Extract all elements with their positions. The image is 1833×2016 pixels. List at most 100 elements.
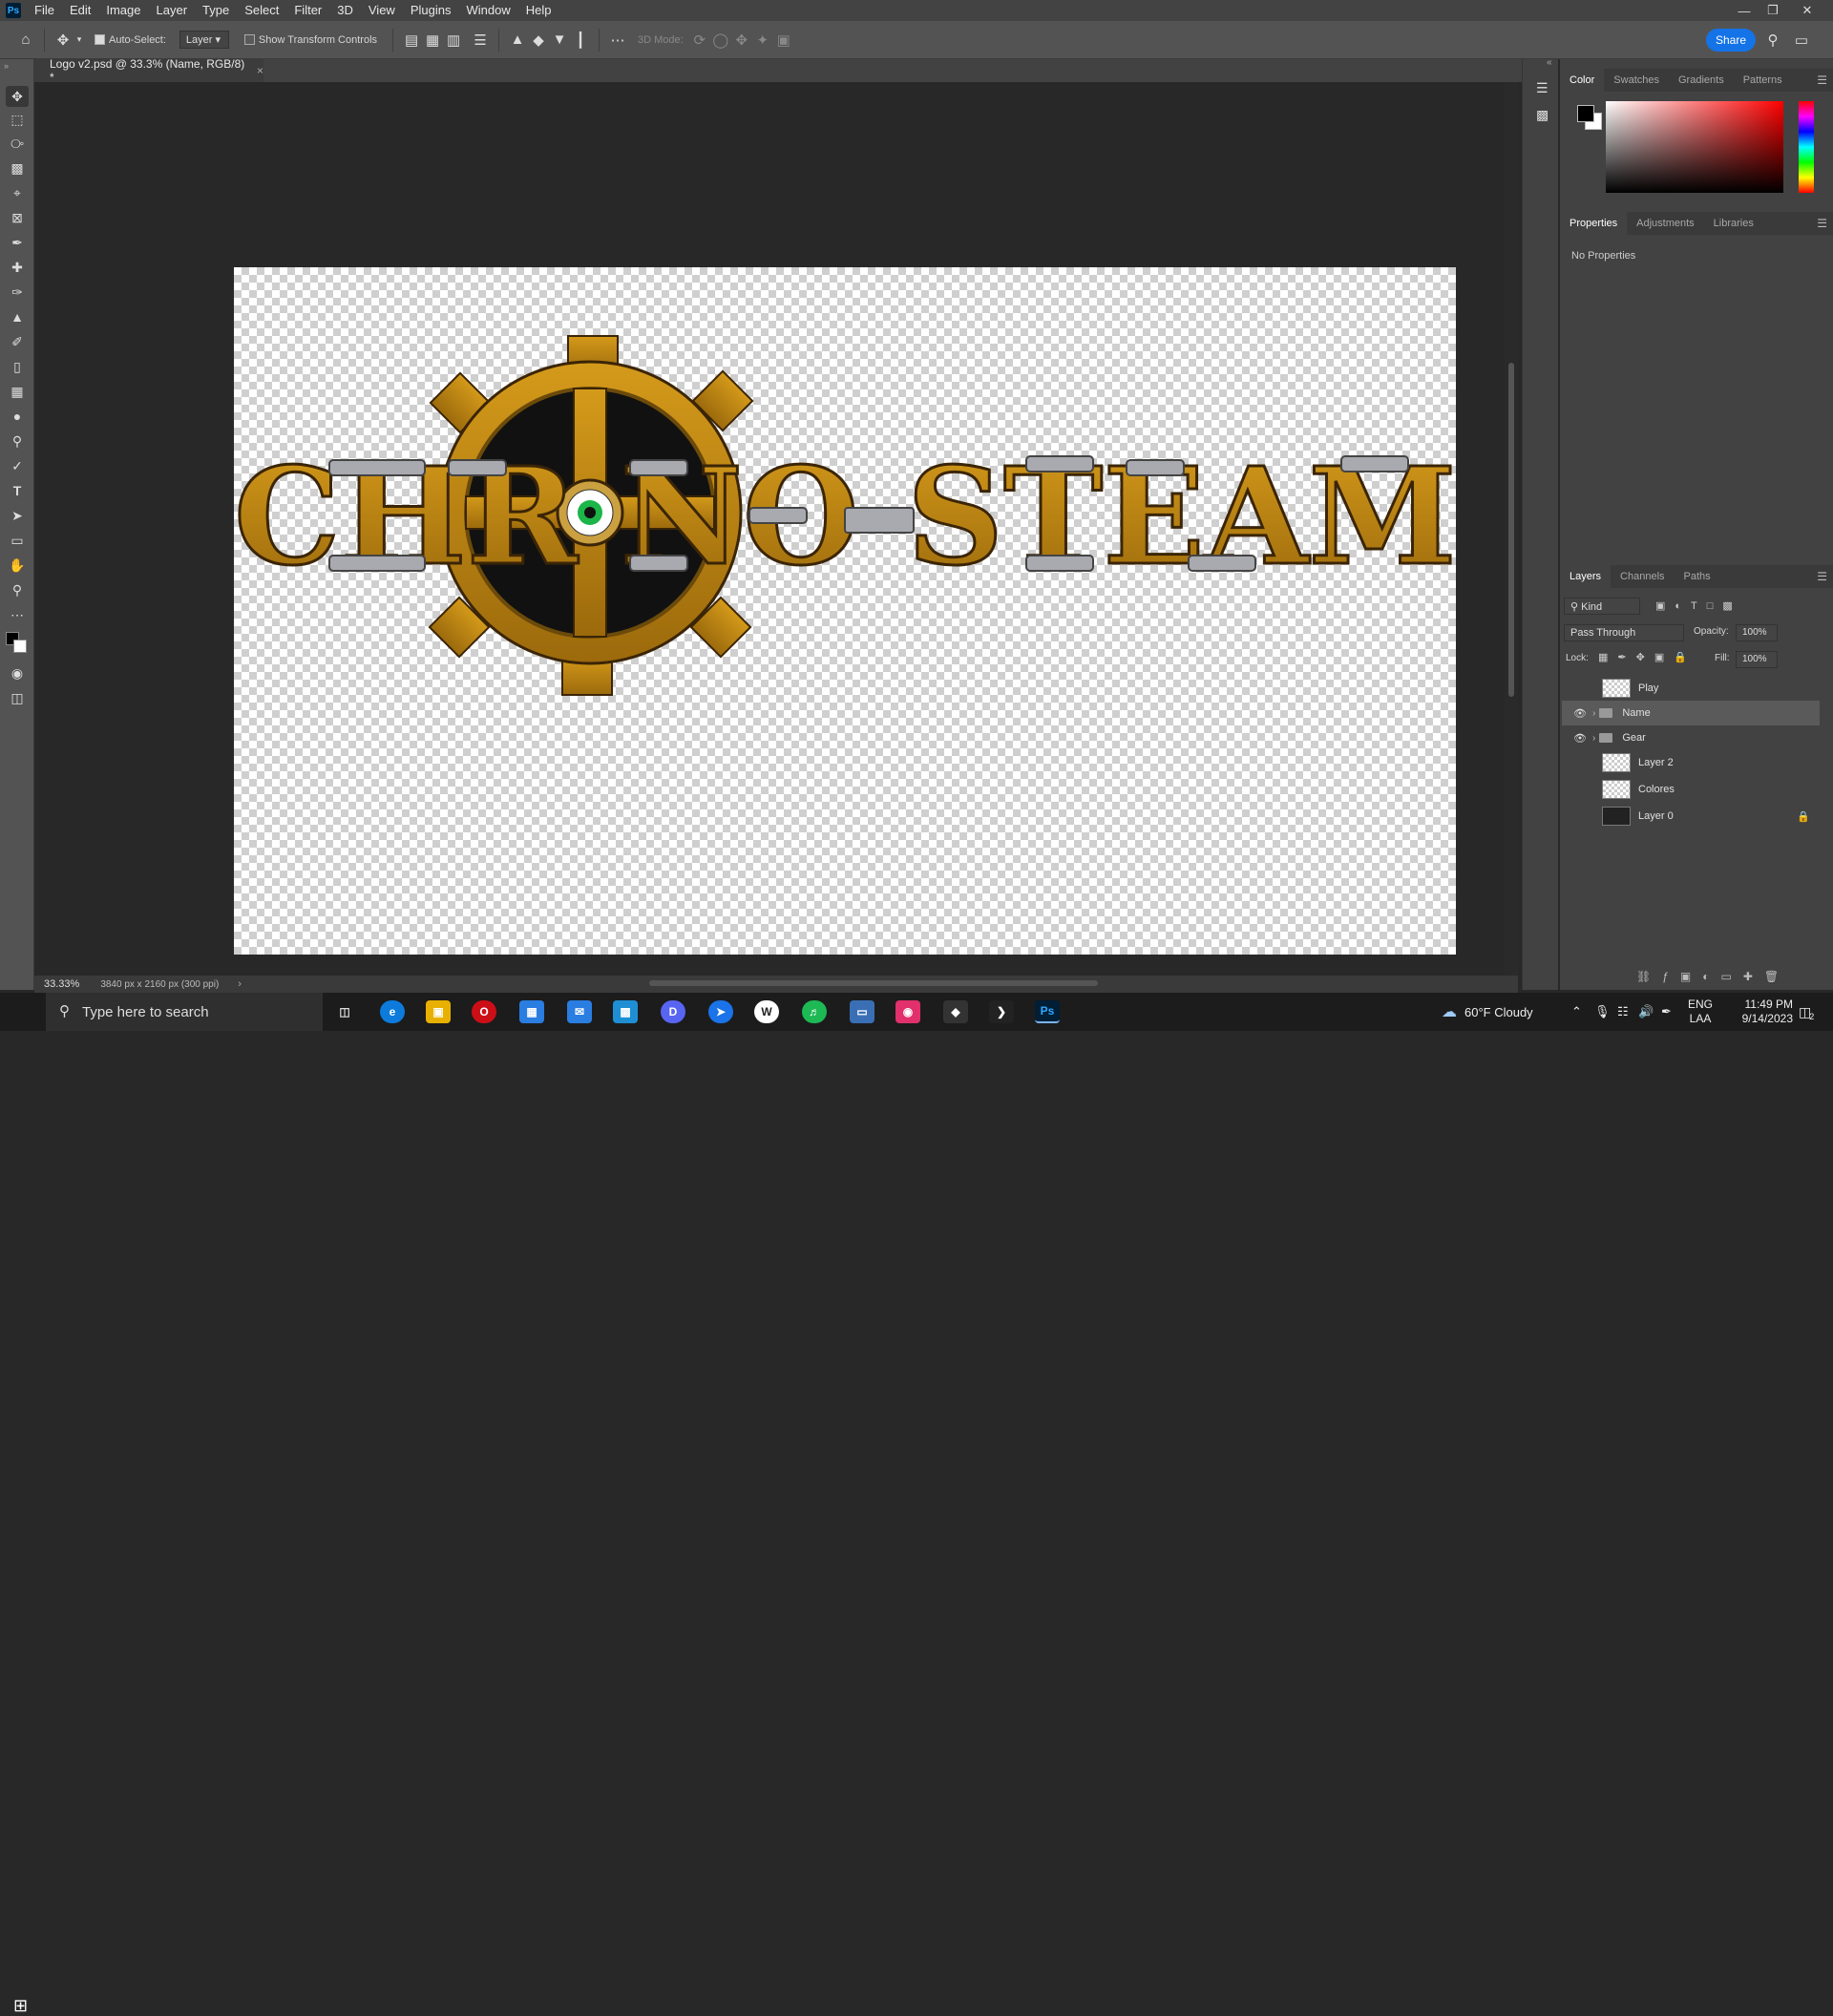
menu-3d[interactable]: 3D bbox=[329, 0, 361, 21]
home-icon[interactable]: ⌂ bbox=[15, 30, 36, 51]
status-arrow-icon[interactable]: › bbox=[238, 978, 242, 990]
tab-channels[interactable]: Channels bbox=[1611, 565, 1674, 588]
menu-view[interactable]: View bbox=[361, 0, 403, 21]
menu-edit[interactable]: Edit bbox=[62, 0, 98, 21]
rectangle-tool-icon[interactable]: ▭ bbox=[6, 530, 29, 551]
menu-file[interactable]: File bbox=[27, 0, 62, 21]
tab-color[interactable]: Color bbox=[1560, 69, 1605, 92]
more-options-icon[interactable]: ⋯ bbox=[607, 30, 628, 51]
layer-row-name[interactable]: 👁 › Name bbox=[1562, 701, 1820, 725]
notifications-icon[interactable]: ◫ 2 bbox=[1799, 993, 1814, 1031]
auto-select-checkbox[interactable]: Auto-Select: bbox=[95, 34, 166, 46]
layer-filter-dropdown[interactable]: ⚲ Kind bbox=[1564, 598, 1640, 615]
visibility-toggle[interactable] bbox=[1574, 810, 1586, 822]
background-color-swatch[interactable] bbox=[13, 640, 27, 653]
crop-tool-icon[interactable]: ⌖ bbox=[6, 182, 29, 203]
checkbox-icon[interactable] bbox=[95, 34, 105, 45]
collapse-toolbar-icon[interactable]: » bbox=[4, 61, 9, 71]
windows-start-icon[interactable]: ⊞ bbox=[13, 1996, 28, 2016]
menu-window[interactable]: Window bbox=[458, 0, 517, 21]
camera-3d-icon[interactable]: ▣ bbox=[773, 30, 794, 51]
color-foreground-swatch-front[interactable] bbox=[1577, 105, 1594, 122]
spotify-icon[interactable]: ♬ bbox=[802, 1000, 827, 1023]
color-field[interactable] bbox=[1606, 101, 1783, 193]
browser-app-icon[interactable]: ➤ bbox=[708, 1000, 733, 1023]
canvas-area[interactable]: CHR NO STEAM bbox=[34, 82, 1503, 979]
store-icon[interactable]: ▦ bbox=[519, 1000, 544, 1023]
wikipedia-app-icon[interactable]: W bbox=[754, 1000, 779, 1023]
opacity-input[interactable]: 100% bbox=[1736, 624, 1778, 641]
close-tab-icon[interactable]: × bbox=[257, 64, 263, 77]
tray-chevron-icon[interactable]: ⌃ bbox=[1571, 993, 1582, 1031]
pen-icon[interactable]: ✒ bbox=[1661, 993, 1672, 1031]
close-icon[interactable]: ✕ bbox=[1793, 0, 1822, 21]
object-select-tool-icon[interactable]: ▩ bbox=[6, 158, 29, 178]
type-tool-icon[interactable]: T bbox=[6, 480, 29, 501]
volume-icon[interactable]: 🔊 bbox=[1638, 993, 1654, 1031]
stamp-tool-icon[interactable]: ▲ bbox=[6, 306, 29, 327]
dodge-tool-icon[interactable]: ⚲ bbox=[6, 430, 29, 452]
minimize-icon[interactable]: — bbox=[1730, 0, 1759, 21]
tab-paths[interactable]: Paths bbox=[1675, 565, 1720, 588]
microphone-icon[interactable]: 🎙 bbox=[1594, 993, 1611, 1031]
lock-icons[interactable]: ▦✒✥▣🔒 bbox=[1598, 651, 1696, 663]
clock[interactable]: 11:49 PM 9/14/2023 bbox=[1726, 993, 1793, 1031]
eyedropper-tool-icon[interactable]: ✒ bbox=[6, 232, 29, 253]
tab-swatches[interactable]: Swatches bbox=[1604, 69, 1669, 92]
menu-layer[interactable]: Layer bbox=[149, 0, 196, 21]
lasso-tool-icon[interactable]: ⧂ bbox=[6, 133, 29, 154]
marquee-tool-icon[interactable]: ⬚ bbox=[6, 109, 29, 130]
mail-icon[interactable]: ✉ bbox=[567, 1000, 592, 1023]
distribute-vertical-icon[interactable]: ┃ bbox=[570, 30, 591, 51]
tab-properties[interactable]: Properties bbox=[1560, 212, 1628, 235]
comments-panel-icon[interactable]: ▩ bbox=[1536, 107, 1549, 123]
language-indicator[interactable]: ENG LAA bbox=[1688, 993, 1713, 1031]
tab-patterns[interactable]: Patterns bbox=[1734, 69, 1792, 92]
workspace-icon[interactable]: ▭ bbox=[1791, 30, 1812, 51]
unity-icon[interactable]: ◆ bbox=[943, 1000, 968, 1023]
align-left-icon[interactable]: ▤ bbox=[401, 30, 422, 51]
menu-plugins[interactable]: Plugins bbox=[403, 0, 459, 21]
eye-icon[interactable]: 👁 bbox=[1571, 732, 1589, 745]
tab-layers[interactable]: Layers bbox=[1560, 565, 1612, 588]
panel-menu-icon[interactable]: ☰ bbox=[1817, 217, 1827, 230]
menu-help[interactable]: Help bbox=[518, 0, 559, 21]
horizontal-scroll-thumb[interactable] bbox=[649, 980, 1098, 986]
share-button[interactable]: Share bbox=[1706, 29, 1756, 52]
healing-brush-tool-icon[interactable]: ✚ bbox=[6, 257, 29, 278]
search-icon[interactable]: ⚲ bbox=[1762, 30, 1783, 51]
eye-icon[interactable]: 👁 bbox=[1571, 707, 1589, 720]
slide-3d-icon[interactable]: ✦ bbox=[752, 30, 773, 51]
instagram-icon[interactable]: ◉ bbox=[895, 1000, 920, 1023]
app-window-icon[interactable]: ▭ bbox=[850, 1000, 874, 1023]
calendar-app-icon[interactable]: ▩ bbox=[613, 1000, 638, 1023]
chevron-right-icon[interactable]: › bbox=[1592, 733, 1595, 744]
blur-tool-icon[interactable]: ● bbox=[6, 406, 29, 427]
hue-slider[interactable] bbox=[1799, 101, 1814, 193]
panel-menu-icon[interactable]: ☰ bbox=[1817, 570, 1827, 583]
weather-widget[interactable]: ☁ 60°F Cloudy bbox=[1442, 993, 1533, 1031]
screen-mode-icon[interactable]: ◫ bbox=[6, 687, 29, 708]
restore-icon[interactable]: ❐ bbox=[1759, 0, 1787, 21]
align-center-icon[interactable]: ▦ bbox=[422, 30, 443, 51]
photoshop-taskbar-icon[interactable]: Ps bbox=[1035, 1000, 1060, 1023]
roll-3d-icon[interactable]: ◯ bbox=[710, 30, 731, 51]
distribute-icon[interactable]: ☰ bbox=[470, 30, 491, 51]
quick-mask-icon[interactable]: ◉ bbox=[6, 662, 29, 683]
document-canvas[interactable]: CHR NO STEAM bbox=[234, 267, 1456, 955]
chevron-down-icon[interactable]: ▾ bbox=[74, 30, 85, 51]
align-middle-icon[interactable]: ◆ bbox=[528, 30, 549, 51]
tab-adjustments[interactable]: Adjustments bbox=[1627, 212, 1704, 235]
vs-code-icon[interactable]: ❯ bbox=[989, 1000, 1014, 1023]
gradient-tool-icon[interactable]: ▦ bbox=[6, 381, 29, 402]
checkbox-icon[interactable] bbox=[243, 34, 255, 45]
move-tool-icon[interactable]: ✥ bbox=[53, 30, 74, 51]
layer-row-colores[interactable]: Colores bbox=[1562, 777, 1820, 802]
fill-input[interactable]: 100% bbox=[1736, 651, 1778, 668]
layer-row-gear[interactable]: 👁 › Gear bbox=[1562, 725, 1820, 750]
visibility-toggle[interactable] bbox=[1574, 682, 1586, 694]
align-right-icon[interactable]: ▥ bbox=[443, 30, 464, 51]
show-transform-checkbox[interactable]: Show Transform Controls bbox=[243, 34, 377, 46]
file-explorer-icon[interactable]: ▣ bbox=[426, 1000, 451, 1023]
menu-type[interactable]: Type bbox=[195, 0, 237, 21]
